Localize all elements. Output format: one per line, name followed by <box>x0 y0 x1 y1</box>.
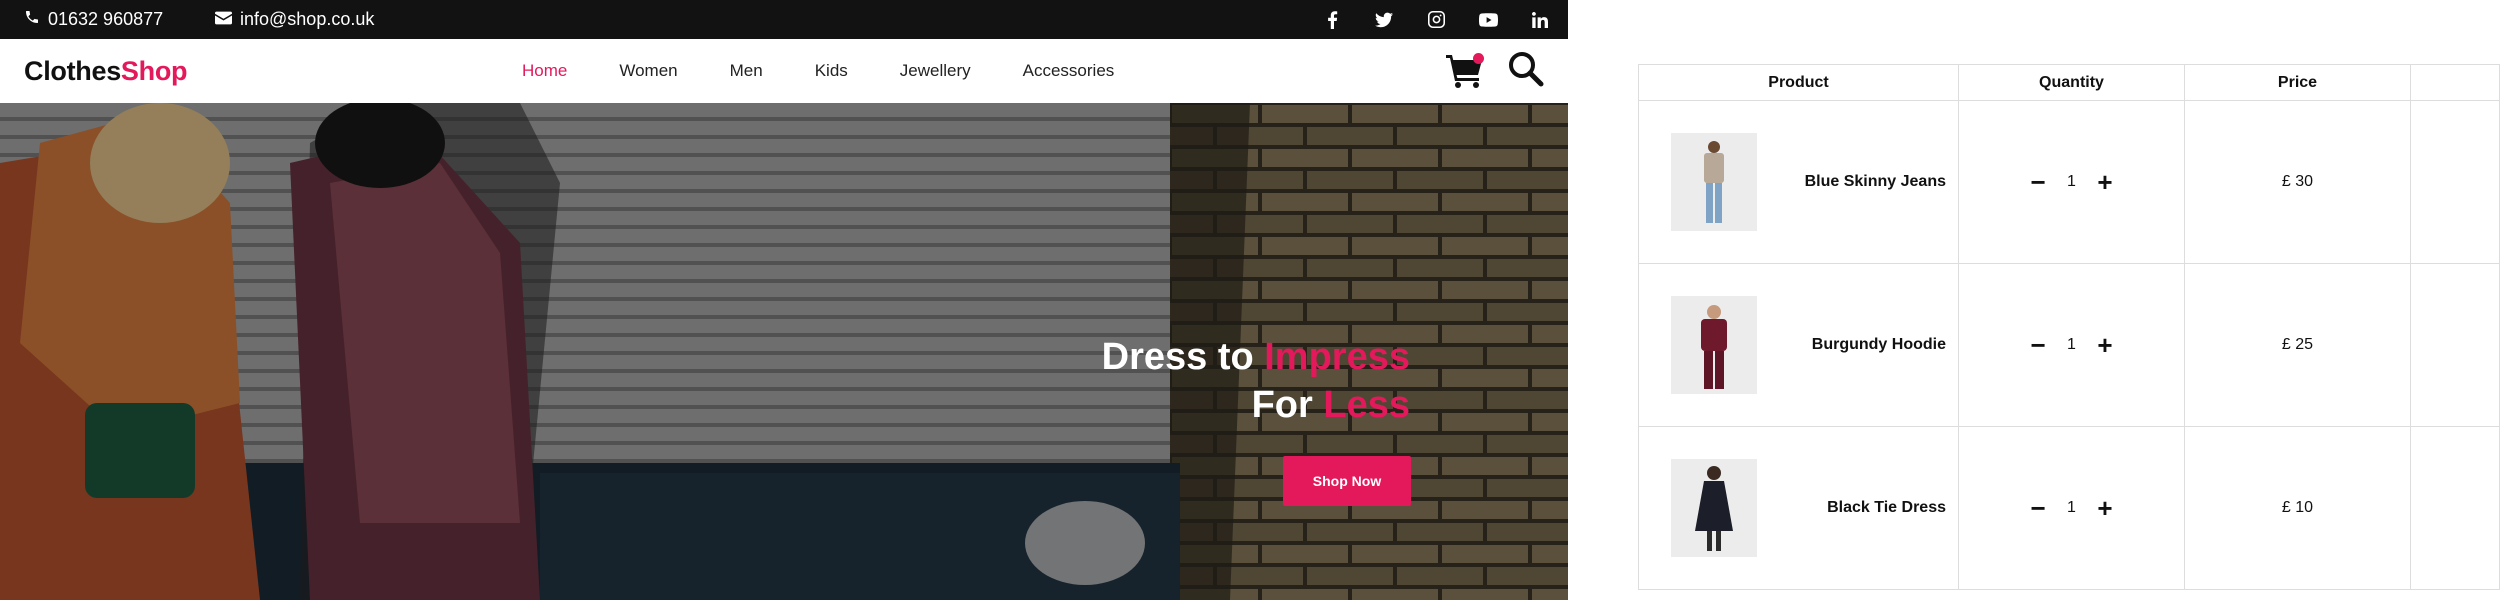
email-address: info@shop.co.uk <box>240 9 375 29</box>
increase-button[interactable]: + <box>2096 169 2114 195</box>
hero-line-1-accent: Impress <box>1264 336 1410 378</box>
product-thumbnail[interactable] <box>1671 459 1757 557</box>
phone-number: 01632 960877 <box>48 9 164 29</box>
twitter-icon[interactable] <box>1374 10 1394 30</box>
quantity-stepper: − 1 + <box>1959 495 2184 521</box>
youtube-icon[interactable] <box>1478 10 1498 30</box>
shop-now-button[interactable]: Shop Now <box>1283 456 1411 506</box>
hero-line-2: For Less <box>1102 381 1410 429</box>
top-bar: 01632 960877 info@shop.co.uk <box>0 0 1568 39</box>
product-name[interactable]: Burgundy Hoodie <box>1812 264 1946 426</box>
site-logo[interactable]: Clothes Shop <box>24 39 188 103</box>
logo-text-clothes: Clothes <box>24 55 121 86</box>
hero-line-2-accent: Less <box>1323 384 1410 426</box>
product-price: £ 10 <box>2184 426 2411 590</box>
quantity-value: 1 <box>2067 336 2076 353</box>
logo-text-shop: Shop <box>120 55 188 86</box>
decrease-button[interactable]: − <box>2029 169 2047 195</box>
linkedin-icon[interactable] <box>1530 10 1550 30</box>
website-preview: 01632 960877 info@shop.co.uk Clothes Sho… <box>0 0 1568 600</box>
header-product: Product <box>1638 64 1959 101</box>
social-links <box>1322 0 1550 39</box>
hero-line-1: Dress to Impress <box>1102 333 1410 381</box>
hero-banner: Dress to Impress For Less Shop Now <box>0 103 1568 600</box>
search-icon[interactable] <box>1508 51 1546 89</box>
quantity-stepper: − 1 + <box>1959 169 2184 195</box>
hero-headline: Dress to Impress For Less <box>1102 333 1410 429</box>
hero-line-2-plain: For <box>1251 384 1324 426</box>
hero-line-1-plain: Dress to <box>1101 336 1265 378</box>
envelope-icon <box>215 9 232 30</box>
header-price: Price <box>2184 64 2411 101</box>
product-price: £ 30 <box>2184 100 2411 264</box>
decrease-button[interactable]: − <box>2029 332 2047 358</box>
phone-contact[interactable]: 01632 960877 <box>24 0 163 39</box>
product-price: £ 25 <box>2184 263 2411 427</box>
table-row: Blue Skinny Jeans − 1 + £ 30 <box>1638 100 2500 264</box>
increase-button[interactable]: + <box>2096 495 2114 521</box>
decrease-button[interactable]: − <box>2029 495 2047 521</box>
product-name[interactable]: Blue Skinny Jeans <box>1805 101 1946 263</box>
increase-button[interactable]: + <box>2096 332 2114 358</box>
nav-item-men[interactable]: Men <box>730 61 763 81</box>
table-row: Black Tie Dress − 1 + £ 10 <box>1638 426 2500 590</box>
instagram-icon[interactable] <box>1426 10 1446 30</box>
table-row: Burgundy Hoodie − 1 + £ 25 <box>1638 263 2500 427</box>
product-thumbnail[interactable] <box>1671 296 1757 394</box>
quantity-stepper: − 1 + <box>1959 332 2184 358</box>
phone-icon <box>24 9 40 30</box>
nav-item-home[interactable]: Home <box>522 61 567 81</box>
quantity-value: 1 <box>2067 173 2076 190</box>
cart-header-row: Product Quantity Price <box>1638 64 2500 101</box>
cart-icon[interactable] <box>1446 53 1486 89</box>
main-navbar: Clothes Shop Home Women Men Kids Jeweller… <box>0 39 1568 103</box>
nav-item-accessories[interactable]: Accessories <box>1023 61 1115 81</box>
product-name[interactable]: Black Tie Dress <box>1827 427 1946 589</box>
nav-item-jewellery[interactable]: Jewellery <box>900 61 971 81</box>
nav-item-kids[interactable]: Kids <box>815 61 848 81</box>
product-thumbnail[interactable] <box>1671 133 1757 231</box>
nav-item-women[interactable]: Women <box>619 61 677 81</box>
header-extra <box>2410 64 2500 101</box>
quantity-value: 1 <box>2067 499 2076 516</box>
header-quantity: Quantity <box>1958 64 2185 101</box>
nav-menu: Home Women Men Kids Jewellery Accessorie… <box>522 39 1166 103</box>
cart-table: Product Quantity Price Blue Skinny Jeans… <box>1638 64 2500 590</box>
email-contact[interactable]: info@shop.co.uk <box>215 0 374 39</box>
cart-badge <box>1473 53 1484 64</box>
facebook-icon[interactable] <box>1322 10 1342 30</box>
